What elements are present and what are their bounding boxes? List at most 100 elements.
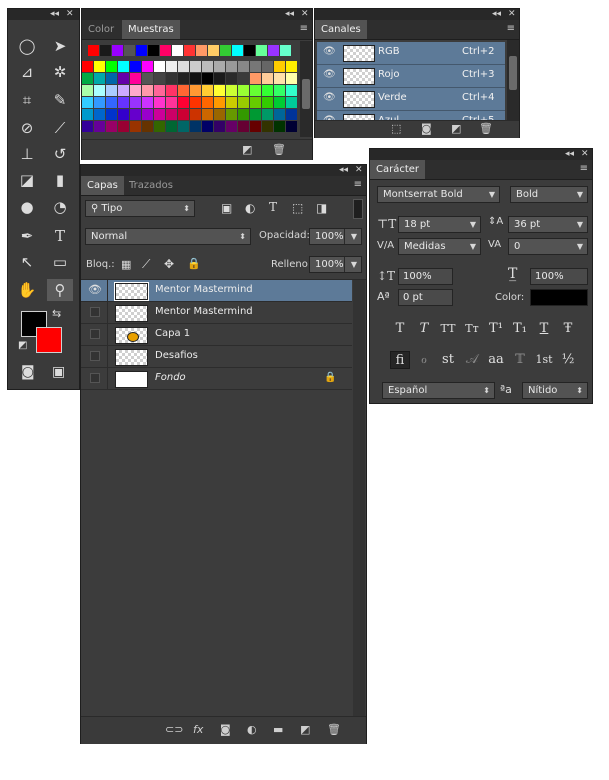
swatch[interactable] bbox=[274, 85, 285, 96]
swatch[interactable] bbox=[94, 85, 105, 96]
font-family-dropdown[interactable]: Montserrat Bold ▼ bbox=[377, 186, 500, 203]
swatch[interactable] bbox=[286, 97, 297, 108]
swatch[interactable] bbox=[274, 121, 285, 132]
swatch[interactable] bbox=[202, 97, 213, 108]
swatch[interactable] bbox=[172, 45, 183, 56]
swatch[interactable] bbox=[154, 61, 165, 72]
swatch[interactable] bbox=[286, 61, 297, 72]
image-filter-icon[interactable]: ▣ bbox=[221, 201, 232, 215]
brush-tool[interactable]: ⟋ bbox=[47, 117, 73, 139]
strikethrough-button[interactable]: Ŧ bbox=[558, 320, 578, 338]
trash-icon[interactable]: 🗑 bbox=[327, 723, 341, 737]
language-dropdown[interactable]: Español ⬍ bbox=[382, 382, 495, 399]
swatch[interactable] bbox=[94, 97, 105, 108]
background-color-swatch[interactable] bbox=[36, 327, 62, 353]
swatch[interactable] bbox=[226, 121, 237, 132]
swatch[interactable] bbox=[226, 61, 237, 72]
type-filter-icon[interactable]: T bbox=[269, 200, 277, 214]
swatch[interactable] bbox=[94, 121, 105, 132]
fractions-button[interactable]: ½ bbox=[558, 351, 578, 369]
scroll-thumb[interactable] bbox=[509, 56, 517, 90]
collapse-icon[interactable]: ◂◂ bbox=[50, 9, 59, 20]
hand-tool[interactable]: ✋ bbox=[14, 279, 40, 301]
swatch[interactable] bbox=[166, 73, 177, 84]
adjustment-filter-icon[interactable]: ◐ bbox=[245, 201, 255, 215]
gradient-tool[interactable]: ▮ bbox=[47, 169, 73, 191]
dodge-tool[interactable]: ◔ bbox=[47, 196, 73, 218]
swatch[interactable] bbox=[214, 109, 225, 120]
fill-field[interactable]: 100% ▼ bbox=[309, 256, 362, 273]
swatch[interactable] bbox=[82, 85, 93, 96]
swatch[interactable] bbox=[190, 97, 201, 108]
visibility-toggle[interactable] bbox=[90, 351, 100, 361]
swatch[interactable] bbox=[262, 121, 273, 132]
close-icon[interactable]: ✕ bbox=[66, 9, 74, 20]
swatch[interactable] bbox=[214, 73, 225, 84]
eye-icon[interactable]: 👁 bbox=[323, 69, 336, 80]
swatch[interactable] bbox=[214, 97, 225, 108]
load-selection-icon[interactable]: ⬚ bbox=[391, 122, 401, 136]
folder-icon[interactable]: ▬ bbox=[273, 723, 283, 737]
swatches-scrollbar[interactable] bbox=[300, 41, 312, 137]
swatch[interactable] bbox=[238, 109, 249, 120]
lock-transparent-icon[interactable]: ▦ bbox=[121, 258, 131, 272]
swatch[interactable] bbox=[250, 85, 261, 96]
layer-filter-dropdown[interactable]: ⚲ Tipo ⬍ bbox=[85, 200, 195, 217]
panel-menu-icon[interactable]: ≡ bbox=[507, 23, 515, 34]
elliptical-marquee-tool[interactable]: ◯ bbox=[14, 35, 40, 57]
panel-menu-icon[interactable]: ≡ bbox=[580, 163, 588, 174]
swatch[interactable] bbox=[190, 121, 201, 132]
swatch[interactable] bbox=[274, 109, 285, 120]
swatch[interactable] bbox=[118, 85, 129, 96]
shape-filter-icon[interactable]: ⬚ bbox=[292, 201, 303, 215]
swatch[interactable] bbox=[226, 85, 237, 96]
layer-name[interactable]: Mentor Mastermind bbox=[155, 306, 253, 317]
swatch[interactable] bbox=[232, 45, 243, 56]
swatch[interactable] bbox=[88, 45, 99, 56]
swatch[interactable] bbox=[268, 45, 279, 56]
trash-icon[interactable]: 🗑 bbox=[479, 122, 493, 136]
swatch[interactable] bbox=[238, 61, 249, 72]
leading-field[interactable]: 36 pt ▼ bbox=[508, 216, 588, 233]
swatch[interactable] bbox=[142, 61, 153, 72]
swatch[interactable] bbox=[250, 61, 261, 72]
tools-panel-titlebar[interactable]: ◂◂ ✕ bbox=[8, 9, 79, 20]
filter-toggle[interactable] bbox=[353, 199, 363, 219]
swatch[interactable] bbox=[274, 61, 285, 72]
eye-icon[interactable]: 👁 bbox=[323, 46, 336, 57]
swatch[interactable] bbox=[154, 121, 165, 132]
swatch[interactable] bbox=[94, 109, 105, 120]
ornaments-button[interactable]: 𝕋 bbox=[510, 351, 530, 369]
swatch[interactable] bbox=[166, 121, 177, 132]
chevron-down-icon[interactable]: ▼ bbox=[351, 257, 357, 272]
swatch[interactable] bbox=[214, 61, 225, 72]
layer-row[interactable]: Fondo 🔒 bbox=[81, 368, 352, 390]
chevron-down-icon[interactable]: ▼ bbox=[351, 229, 357, 244]
swatch[interactable] bbox=[136, 45, 147, 56]
swatch[interactable] bbox=[100, 45, 111, 56]
channel-row[interactable]: 👁AzulCtrl+5 bbox=[317, 111, 505, 120]
swatch[interactable] bbox=[106, 61, 117, 72]
swatch[interactable] bbox=[256, 45, 267, 56]
panel-menu-icon[interactable]: ≡ bbox=[354, 179, 362, 190]
ligatures-button[interactable]: ﬁ bbox=[390, 351, 410, 369]
link-icon[interactable]: ⊂⊃ bbox=[165, 723, 183, 737]
swatch[interactable] bbox=[202, 73, 213, 84]
swatch[interactable] bbox=[178, 121, 189, 132]
swatch[interactable] bbox=[178, 61, 189, 72]
swatch[interactable] bbox=[142, 97, 153, 108]
swatch[interactable] bbox=[82, 73, 93, 84]
swatch[interactable] bbox=[226, 97, 237, 108]
smart-object-filter-icon[interactable]: ◨ bbox=[316, 201, 327, 215]
swatch[interactable] bbox=[202, 109, 213, 120]
swatch[interactable] bbox=[118, 97, 129, 108]
move-tool[interactable]: ➤ bbox=[47, 35, 73, 57]
anti-alias-dropdown[interactable]: Nítido ⬍ bbox=[522, 382, 588, 399]
adjustment-icon[interactable]: ◐ bbox=[247, 723, 257, 737]
scroll-thumb[interactable] bbox=[302, 79, 310, 109]
swatch[interactable] bbox=[226, 109, 237, 120]
swatch[interactable] bbox=[250, 97, 261, 108]
swatch[interactable] bbox=[262, 97, 273, 108]
swap-colors-icon[interactable]: ⇆ bbox=[52, 307, 61, 321]
swatch[interactable] bbox=[106, 73, 117, 84]
